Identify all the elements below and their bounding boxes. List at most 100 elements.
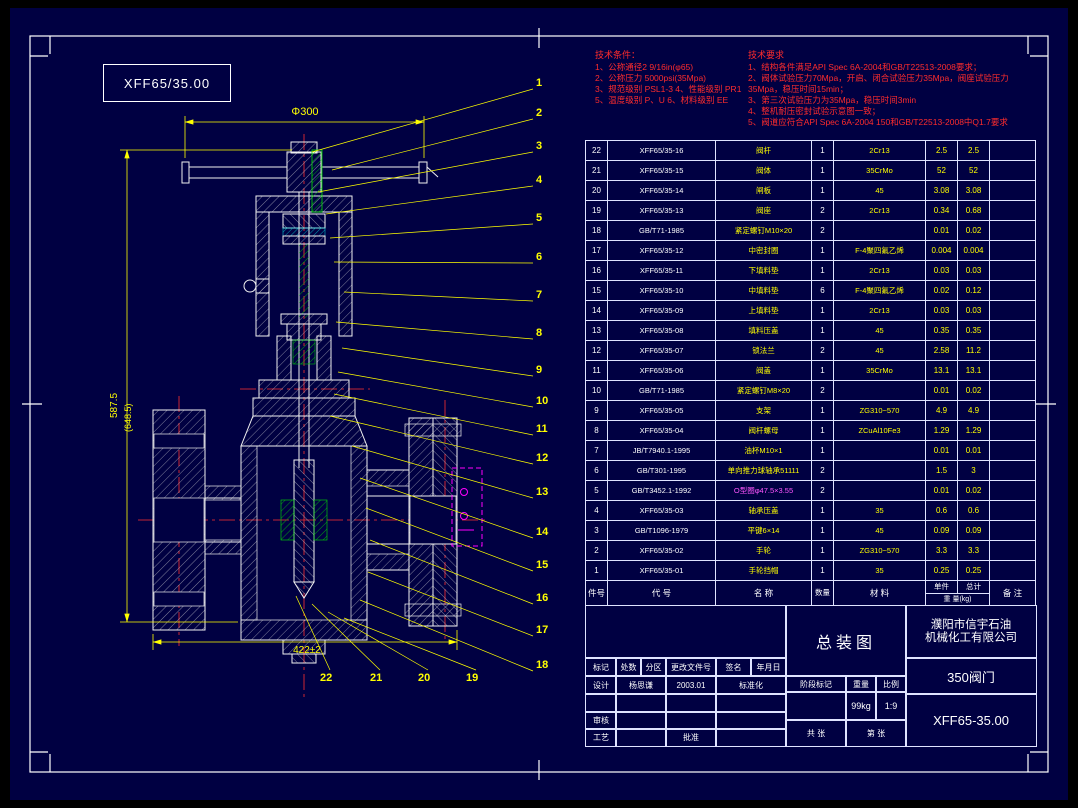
title-block: 标记 处数 分区 更改文件号 签名 年月日 设计 杨思谦 2003.01 标准化… bbox=[585, 605, 1037, 747]
parts-cell bbox=[989, 340, 1036, 361]
parts-cell: 平键6×14 bbox=[715, 520, 812, 541]
parts-table: 22 XFF65/35-16 阀杆 1 2Cr13 2.5 2.5 21 XFF65/35-15… bbox=[585, 140, 1036, 606]
parts-row: 7 JB/T7940.1-1995 油杯M10×1 1 0.01 0.01 bbox=[585, 440, 1036, 461]
tech-requirements-title: 技术要求 bbox=[748, 50, 785, 60]
parts-cell: 19 bbox=[585, 200, 608, 221]
blank-cell bbox=[615, 728, 667, 747]
parts-cell: 2 bbox=[811, 380, 834, 401]
parts-cell: 紧定螺钉M10×20 bbox=[715, 220, 812, 241]
parts-row: 10 GB/T71-1985 紧定螺钉M8×20 2 0.01 0.02 bbox=[585, 380, 1036, 401]
dimension-top-diameter: Φ300 bbox=[291, 106, 319, 118]
parts-cell: XFF65/35-07 bbox=[607, 340, 716, 361]
parts-cell: 11 bbox=[585, 360, 608, 381]
balloon-9: 9 bbox=[536, 364, 543, 376]
parts-cell: 0.01 bbox=[925, 480, 958, 501]
parts-cell: 0.02 bbox=[925, 280, 958, 301]
parts-cell: 7 bbox=[585, 440, 608, 461]
parts-cell: 1 bbox=[811, 140, 834, 161]
parts-cell: 3.3 bbox=[957, 540, 990, 561]
parts-row: 14 XFF65/35-09 上填料垫 1 2Cr13 0.03 0.03 bbox=[585, 300, 1036, 321]
parts-row: 20 XFF65/35-14 闸板 1 45 3.08 3.08 bbox=[585, 180, 1036, 201]
parts-cell: 15 bbox=[585, 280, 608, 301]
parts-cell: 阀体 bbox=[715, 160, 812, 181]
parts-cell: XFF65/35-12 bbox=[607, 240, 716, 261]
parts-cell: 上填料垫 bbox=[715, 300, 812, 321]
note-line: 3、规范级别 PSL1-3 4、性能级别 PR1 bbox=[595, 84, 742, 94]
parts-cell: GB/T3452.1-1992 bbox=[607, 480, 716, 501]
parts-cell bbox=[989, 380, 1036, 401]
parts-cell: XFF65/35-15 bbox=[607, 160, 716, 181]
parts-list-table: 22 XFF65/35-16 阀杆 1 2Cr13 2.5 2.5 21 XFF65/35-15… bbox=[585, 140, 1036, 606]
parts-cell: XFF65/35-03 bbox=[607, 500, 716, 521]
parts-cell: 45 bbox=[833, 340, 926, 361]
parts-cell: 3 bbox=[585, 520, 608, 541]
col-header-unit: 单件 bbox=[927, 581, 958, 593]
parts-row: 8 XFF65/35-04 阀杆螺母 1 ZCuAl10Fe3 1.29 1.29 bbox=[585, 420, 1036, 441]
balloon-1: 1 bbox=[536, 77, 543, 89]
balloon-20: 20 bbox=[418, 672, 431, 684]
parts-cell: GB/T71-1985 bbox=[607, 380, 716, 401]
assembly-title: 总装图 bbox=[785, 605, 907, 677]
parts-cell: 轴承压盖 bbox=[715, 500, 812, 521]
company-line1: 濮阳市信宇石油 bbox=[930, 619, 1012, 631]
parts-cell bbox=[989, 540, 1036, 561]
parts-row: 13 XFF65/35-08 填料压盖 1 45 0.35 0.35 bbox=[585, 320, 1036, 341]
parts-cell: 17 bbox=[585, 240, 608, 261]
parts-cell: 填料压盖 bbox=[715, 320, 812, 341]
balloon-2: 2 bbox=[536, 107, 543, 119]
design-label: 设计 bbox=[585, 675, 617, 695]
design-date: 2003.01 bbox=[665, 675, 717, 695]
parts-cell: XFF65/35-05 bbox=[607, 400, 716, 421]
parts-cell bbox=[989, 200, 1036, 221]
parts-cell: ZCuAl10Fe3 bbox=[833, 420, 926, 441]
parts-cell: XFF65/35-13 bbox=[607, 200, 716, 221]
parts-cell: F-4聚四氟乙烯 bbox=[833, 240, 926, 261]
parts-cell: 1 bbox=[811, 540, 834, 561]
col-header-qty: 数量 bbox=[811, 580, 834, 606]
parts-cell: 1 bbox=[811, 360, 834, 381]
parts-cell: 手轮 bbox=[715, 540, 812, 561]
parts-row: 9 XFF65/35-05 支架 1 ZG310~570 4.9 4.9 bbox=[585, 400, 1036, 421]
parts-cell: 52 bbox=[957, 160, 990, 181]
parts-cell: 0.35 bbox=[925, 320, 958, 341]
cad-sheet: XFF65/35.00 技术条件： 1、公称通径2 9/16in(φ65) 2、公… bbox=[0, 0, 1078, 808]
col-header-code: 代 号 bbox=[607, 580, 716, 606]
parts-cell: 0.68 bbox=[957, 200, 990, 221]
parts-cell: XFF65/35-14 bbox=[607, 180, 716, 201]
parts-cell: 0.01 bbox=[925, 440, 958, 461]
parts-cell: 0.03 bbox=[925, 260, 958, 281]
parts-cell bbox=[989, 480, 1036, 501]
balloon-15: 15 bbox=[536, 559, 549, 571]
parts-cell: 支架 bbox=[715, 400, 812, 421]
product-name: 350阀门 bbox=[905, 657, 1037, 695]
parts-cell: 2 bbox=[811, 200, 834, 221]
parts-cell: 3.08 bbox=[957, 180, 990, 201]
parts-row: 16 XFF65/35-11 下填料垫 1 2Cr13 0.03 0.03 bbox=[585, 260, 1036, 281]
balloon-17: 17 bbox=[536, 624, 549, 636]
rev-header-date: 年月日 bbox=[750, 657, 787, 677]
balloon-3: 3 bbox=[536, 140, 543, 152]
approve-label: 批准 bbox=[665, 728, 717, 747]
parts-cell: 21 bbox=[585, 160, 608, 181]
parts-cell: 0.12 bbox=[957, 280, 990, 301]
parts-cell bbox=[989, 460, 1036, 481]
balloon-7: 7 bbox=[536, 289, 543, 301]
parts-row: 2 XFF65/35-02 手轮 1 ZG310~570 3.3 3.3 bbox=[585, 540, 1036, 561]
parts-cell: 1 bbox=[811, 560, 834, 581]
parts-cell bbox=[989, 300, 1036, 321]
col-header-note: 备 注 bbox=[989, 580, 1036, 606]
rev-header-docno: 更改文件号 bbox=[665, 657, 717, 677]
tech-requirements-lines: 1、结构各件满足API Spec 6A-2004和GB/T22513-2008要… bbox=[748, 62, 1038, 128]
blank-cell bbox=[715, 728, 787, 747]
parts-cell: 0.004 bbox=[925, 240, 958, 261]
sheets-total: 共 张 bbox=[785, 719, 847, 747]
parts-cell: 2 bbox=[811, 220, 834, 241]
blank-cell bbox=[715, 693, 787, 713]
tech-conditions-notes: 技术条件： 1、公称通径2 9/16in(φ65) 2、公称压力 5000psi(… bbox=[595, 50, 745, 106]
parts-cell: 3.08 bbox=[925, 180, 958, 201]
parts-row: 6 GB/T301-1995 单向推力球轴承51111 2 1.5 3 bbox=[585, 460, 1036, 481]
process-label: 工艺 bbox=[585, 728, 617, 747]
parts-cell: 锁法兰 bbox=[715, 340, 812, 361]
parts-row: 15 XFF65/35-10 中填料垫 6 F-4聚四氟乙烯 0.02 0.12 bbox=[585, 280, 1036, 301]
scale-value: 1:9 bbox=[875, 691, 907, 721]
